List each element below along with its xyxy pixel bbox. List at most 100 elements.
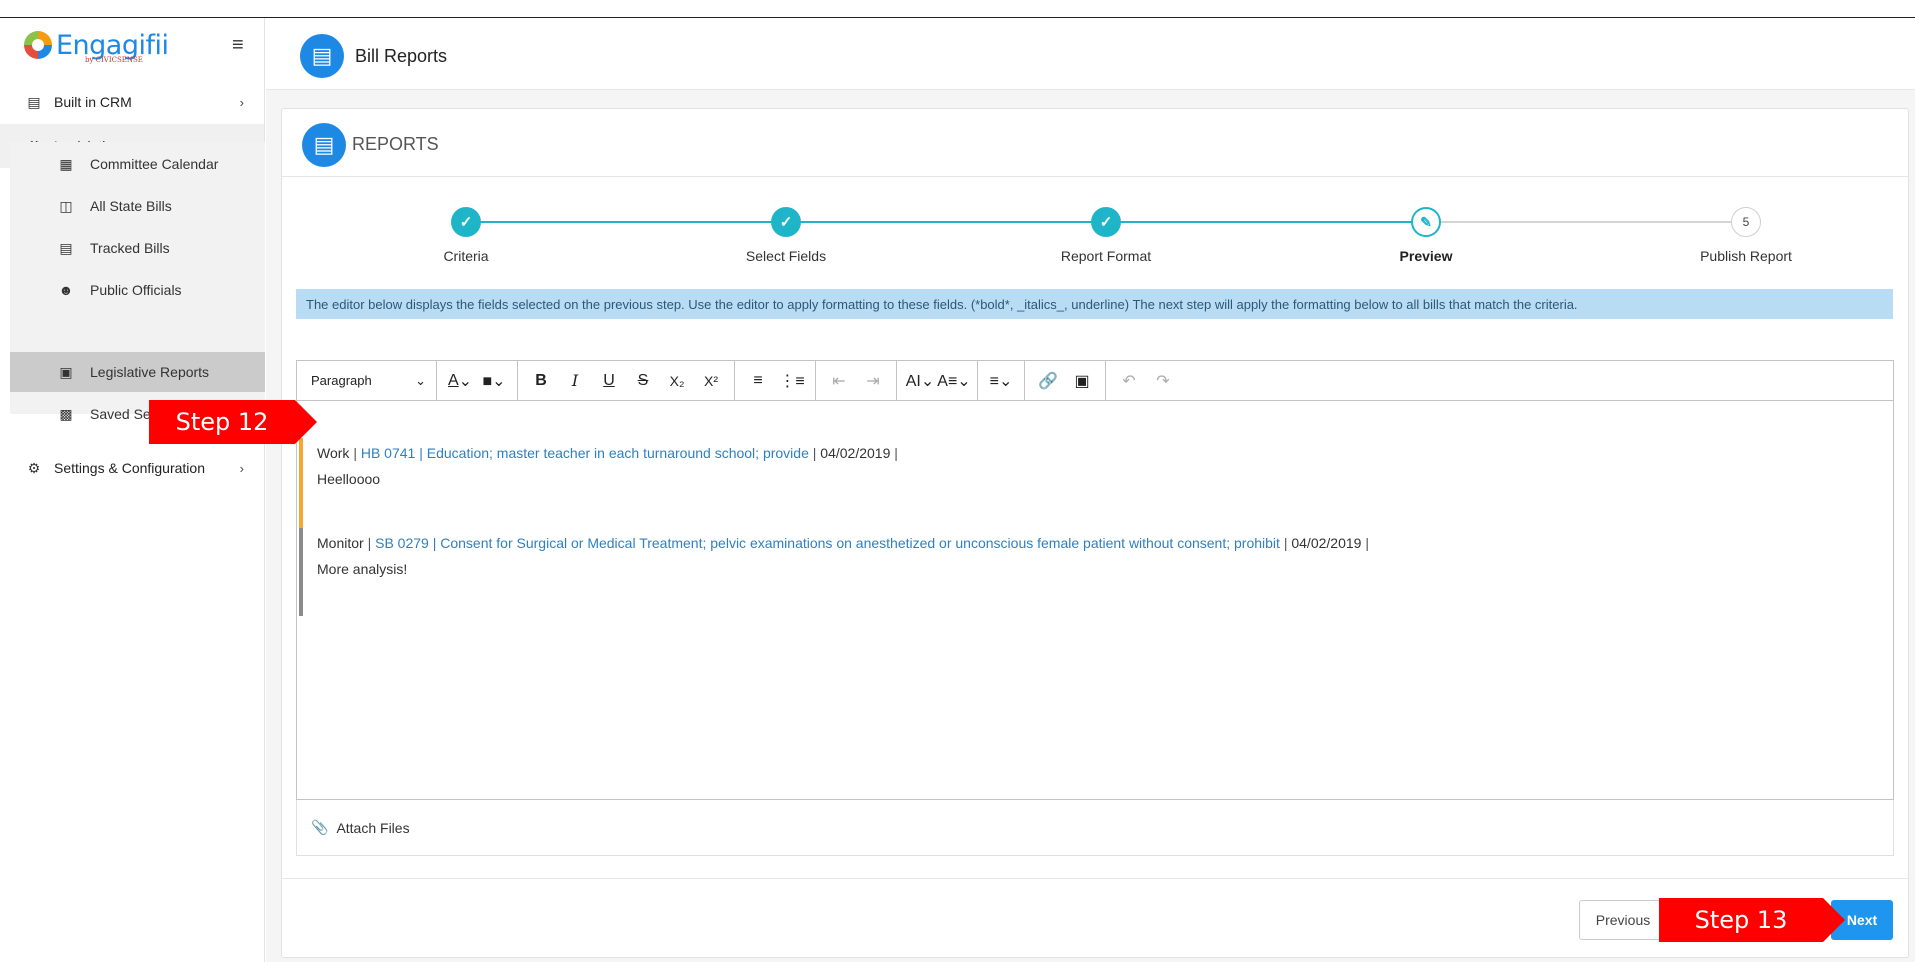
paragraph-style-label: Paragraph bbox=[311, 373, 372, 388]
sidebar-item-label: Settings & Configuration bbox=[54, 460, 205, 476]
report-entry[interactable]: Monitor | SB 0279 | Consent for Surgical… bbox=[299, 528, 1889, 616]
sidebar-item-all-state-bills[interactable]: ◫ All State Bills bbox=[10, 186, 265, 226]
step-label-select-fields[interactable]: Select Fields bbox=[686, 248, 886, 264]
attach-files-button[interactable]: 📎 Attach Files bbox=[296, 800, 1894, 856]
bill-title-link[interactable]: Consent for Surgical or Medical Treatmen… bbox=[440, 535, 1280, 551]
paperclip-icon: 📎 bbox=[311, 819, 329, 835]
sidebar-item-label: Legislative Reports bbox=[90, 364, 210, 380]
entry-status: Monitor bbox=[317, 535, 364, 551]
step-label-preview[interactable]: Preview bbox=[1326, 248, 1526, 264]
bill-report-icon: ▤ bbox=[300, 34, 344, 78]
logo-icon bbox=[24, 31, 52, 59]
logo-subtitle: by CIVICSENSE bbox=[85, 56, 143, 64]
documents-icon: ◫ bbox=[59, 197, 73, 214]
step-criteria-check-icon[interactable]: ✓ bbox=[451, 207, 481, 237]
image-icon[interactable]: ▣ bbox=[1065, 366, 1099, 396]
superscript-icon[interactable]: X² bbox=[694, 366, 728, 396]
save-icon: ▩ bbox=[59, 405, 73, 422]
reports-icon: ▤ bbox=[302, 123, 346, 167]
bold-icon[interactable]: B bbox=[524, 366, 558, 396]
bulleted-list-icon[interactable]: ⋮≡ bbox=[775, 366, 809, 396]
rich-text-editor: Paragraph ⌄ A ⌄ ■⌄ B I U S X₂ X² ≡ ⋮≡ ⇤ ⇥… bbox=[296, 360, 1894, 800]
stepper-remaining-line bbox=[1426, 221, 1746, 223]
italic-icon[interactable]: I bbox=[558, 366, 592, 396]
indent-group: ⇤ ⇥ bbox=[816, 360, 897, 401]
history-group: ↶ ↷ bbox=[1106, 361, 1186, 401]
sidebar-item-public-officials[interactable]: ☻ Public Officials bbox=[10, 270, 265, 310]
bill-title-link[interactable]: Education; master teacher in each turnar… bbox=[427, 445, 809, 461]
editor-content[interactable]: Work | HB 0741 | Education; master teach… bbox=[297, 402, 1893, 799]
step-publish-number[interactable]: 5 bbox=[1731, 207, 1761, 237]
top-border bbox=[0, 0, 1915, 18]
numbered-list-icon[interactable]: ≡ bbox=[741, 366, 775, 396]
sidebar-item-label: All State Bills bbox=[90, 198, 172, 214]
sidebar-item-built-in-crm[interactable]: ▤ Built in CRM › bbox=[0, 80, 264, 124]
editor-toolbar: Paragraph ⌄ A ⌄ ■⌄ B I U S X₂ X² ≡ ⋮≡ ⇤ ⇥… bbox=[297, 360, 1893, 401]
list-group: ≡ ⋮≡ bbox=[735, 360, 816, 401]
undo-icon[interactable]: ↶ bbox=[1112, 366, 1146, 396]
footer-divider bbox=[281, 878, 1909, 879]
step-select-fields-check-icon[interactable]: ✓ bbox=[771, 207, 801, 237]
entry-note: Heelloooo bbox=[317, 471, 381, 487]
report-entry[interactable]: Work | HB 0741 | Education; master teach… bbox=[299, 438, 1889, 528]
link-icon[interactable]: 🔗 bbox=[1031, 366, 1065, 396]
entry-status: Work bbox=[317, 445, 350, 461]
entry-header-line: Work | HB 0741 | Education; master teach… bbox=[317, 438, 1889, 466]
step-label-report-format[interactable]: Report Format bbox=[1006, 248, 1206, 264]
previous-button[interactable]: Previous bbox=[1579, 900, 1667, 940]
chevron-down-icon: ⌄ bbox=[415, 372, 426, 388]
strikethrough-icon[interactable]: S bbox=[626, 366, 660, 396]
entry-note: More analysis! bbox=[317, 561, 408, 577]
sidebar-item-settings[interactable]: ⚙ Settings & Configuration › bbox=[0, 446, 264, 490]
step-report-format-check-icon[interactable]: ✓ bbox=[1091, 207, 1121, 237]
font-color-icon[interactable]: A ⌄ bbox=[443, 366, 477, 396]
sidebar-item-committee-calendar[interactable]: ▦ Committee Calendar bbox=[10, 144, 265, 184]
stepper-progress-line bbox=[466, 221, 1426, 223]
calendar-icon: ▦ bbox=[59, 155, 73, 172]
format-group: B I U S X₂ X² bbox=[518, 360, 735, 401]
subscript-icon[interactable]: X₂ bbox=[660, 366, 694, 396]
align-icon[interactable]: ≡⌄ bbox=[984, 366, 1018, 396]
sidebar-item-label: Tracked Bills bbox=[90, 240, 170, 256]
attach-files-label: Attach Files bbox=[336, 819, 410, 836]
gears-icon: ⚙ bbox=[27, 459, 41, 476]
redo-icon[interactable]: ↷ bbox=[1146, 366, 1180, 396]
highlight-color-icon[interactable]: ■⌄ bbox=[477, 366, 511, 396]
report-icon: ▣ bbox=[59, 363, 73, 380]
bill-link[interactable]: HB 0741 bbox=[361, 445, 415, 461]
step-preview-pencil-icon[interactable]: ✎ bbox=[1411, 207, 1441, 237]
separator: | bbox=[367, 535, 376, 551]
sidebar-item-legislative-reports[interactable]: ▣ Legislative Reports bbox=[10, 352, 265, 392]
separator: | bbox=[419, 445, 427, 461]
chevron-right-icon: › bbox=[239, 94, 244, 110]
card-title: REPORTS bbox=[352, 134, 439, 154]
font-group: AI⌄ A≡⌄ bbox=[897, 360, 978, 401]
font-family-icon[interactable]: A≡⌄ bbox=[937, 366, 971, 396]
people-icon: ☻ bbox=[58, 282, 74, 298]
step-12-callout: Step 12 bbox=[149, 400, 317, 444]
underline-icon[interactable]: U bbox=[592, 366, 626, 396]
chevron-right-icon: › bbox=[239, 460, 244, 476]
sidebar-item-label: Public Officials bbox=[90, 282, 182, 298]
sidebar-item-label: Built in CRM bbox=[54, 94, 132, 110]
bill-icon: ▤ bbox=[59, 239, 73, 256]
entry-header-line: Monitor | SB 0279 | Consent for Surgical… bbox=[317, 528, 1889, 556]
align-group: ≡⌄ bbox=[978, 360, 1025, 401]
indent-icon[interactable]: ⇥ bbox=[856, 366, 890, 396]
sidebar-item-label: Committee Calendar bbox=[90, 156, 219, 172]
page-header: ▤ Bill Reports bbox=[266, 18, 1915, 90]
sidebar-item-tracked-bills[interactable]: ▤ Tracked Bills bbox=[10, 228, 265, 268]
separator: | bbox=[353, 445, 361, 461]
paragraph-style-dropdown[interactable]: Paragraph ⌄ bbox=[297, 360, 437, 401]
hamburger-menu-icon[interactable]: ≡ bbox=[232, 34, 244, 57]
step-label-criteria[interactable]: Criteria bbox=[366, 248, 566, 264]
page-title: Bill Reports bbox=[355, 46, 448, 66]
step-13-callout: Step 13 bbox=[1659, 898, 1848, 942]
color-group: A ⌄ ■⌄ bbox=[437, 360, 518, 401]
server-icon: ▤ bbox=[27, 93, 41, 110]
font-size-icon[interactable]: AI⌄ bbox=[903, 366, 937, 396]
outdent-icon[interactable]: ⇤ bbox=[822, 366, 856, 396]
separator: | bbox=[1365, 535, 1369, 551]
step-label-publish-report[interactable]: Publish Report bbox=[1646, 248, 1846, 264]
bill-link[interactable]: SB 0279 bbox=[375, 535, 429, 551]
